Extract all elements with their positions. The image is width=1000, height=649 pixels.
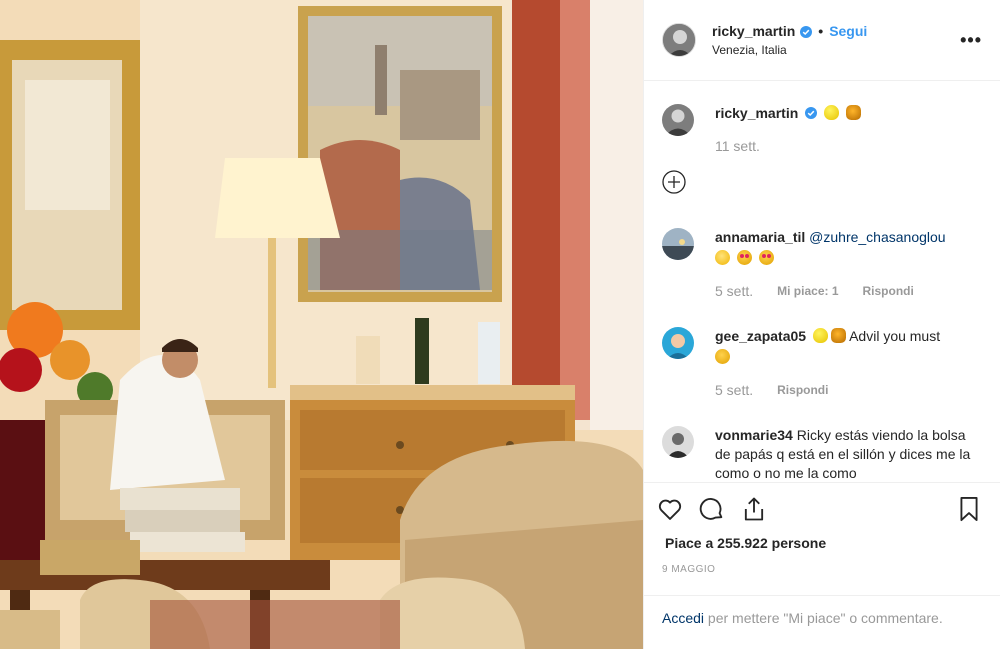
load-more-comments-icon[interactable] <box>662 170 686 194</box>
more-options-icon[interactable]: ••• <box>960 30 982 51</box>
likes-count[interactable]: Piace a 255.922 persone <box>665 535 826 551</box>
reply-button[interactable]: Rispondi <box>863 282 914 301</box>
comment-username[interactable]: vonmarie34 <box>715 427 793 443</box>
comment-username[interactable]: annamaria_til <box>715 229 805 245</box>
verified-badge-icon <box>800 25 813 38</box>
verified-badge-icon <box>805 105 818 119</box>
post-username[interactable]: ricky_martin <box>712 23 795 39</box>
room-scene-image <box>0 0 643 649</box>
comment-username[interactable]: gee_zapata05 <box>715 328 806 344</box>
reply-button[interactable]: Rispondi <box>777 381 828 400</box>
comments-list[interactable]: ricky_martin 11 sett. annamaria_til @zuh… <box>644 82 1000 482</box>
bookmark-icon[interactable] <box>955 495 983 528</box>
tired-face-emoji-icon <box>715 349 730 364</box>
comment-mention[interactable]: @zuhre_chasanoglou <box>809 229 945 245</box>
comment-time[interactable]: 5 sett. <box>715 381 753 400</box>
heart-eyes-emoji-icon <box>758 250 774 265</box>
post-side-panel: ricky_martin • Segui Venezia, Italia •••… <box>643 0 1000 649</box>
post-location[interactable]: Venezia, Italia <box>712 43 867 57</box>
comment-avatar[interactable] <box>662 327 694 359</box>
share-icon[interactable] <box>740 495 768 528</box>
caption-username[interactable]: ricky_martin <box>715 105 798 121</box>
separator-dot: • <box>818 23 824 39</box>
heart-eyes-emoji-icon <box>736 250 752 265</box>
caption-time[interactable]: 11 sett. <box>715 137 760 156</box>
caption-avatar[interactable] <box>662 104 694 136</box>
comment-text: Advil you must <box>849 328 941 344</box>
lemon-emoji-icon <box>824 105 840 120</box>
login-link[interactable]: Accedi <box>662 610 704 626</box>
login-prompt-text: per mettere "Mi piace" o commentare. <box>704 610 943 626</box>
smiling-face-emoji-icon <box>715 250 730 265</box>
follow-button[interactable]: Segui <box>829 23 867 39</box>
comment-avatar[interactable] <box>662 426 694 458</box>
post-date[interactable]: 9 MAGGIO <box>662 564 715 575</box>
comment-time[interactable]: 5 sett. <box>715 282 753 301</box>
avatar[interactable] <box>662 23 696 57</box>
post-header: ricky_martin • Segui Venezia, Italia ••• <box>644 0 1000 81</box>
heart-icon[interactable] <box>656 495 684 528</box>
comment-avatar[interactable] <box>662 228 694 260</box>
comment-likes-count[interactable]: Mi piace: 1 <box>777 282 838 301</box>
honey-pot-emoji-icon <box>830 328 846 343</box>
post-photo[interactable] <box>0 0 643 649</box>
post-actions: Piace a 255.922 persone 9 MAGGIO Accedi … <box>644 482 1000 648</box>
login-prompt: Accedi per mettere "Mi piace" o commenta… <box>644 595 1000 640</box>
comment-icon[interactable] <box>698 495 726 528</box>
honey-pot-emoji-icon <box>845 105 861 120</box>
lemon-emoji-icon <box>812 328 828 343</box>
